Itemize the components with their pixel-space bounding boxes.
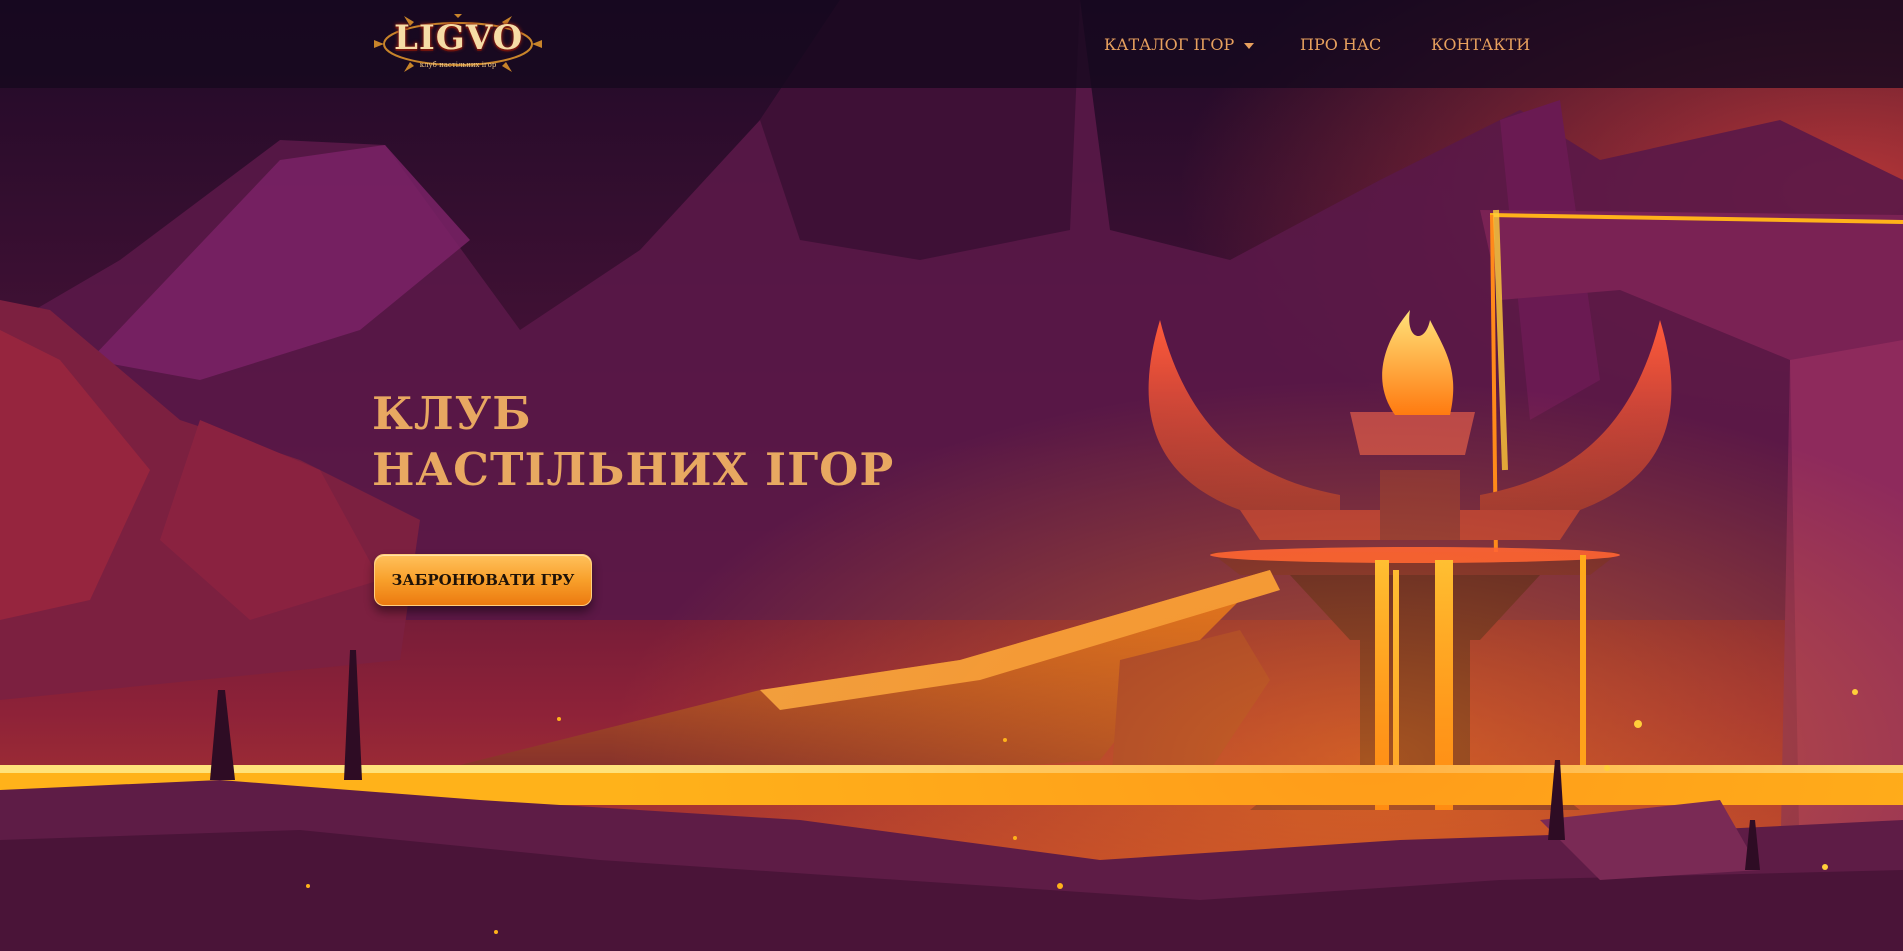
logo-wordmark: LIGVO — [394, 18, 524, 58]
site-logo[interactable]: LIGVO клуб настільних ігор — [372, 14, 544, 74]
chevron-down-icon — [1244, 42, 1255, 49]
logo-tagline: клуб настільних ігор — [419, 61, 497, 69]
top-navigation-bar: LIGVO клуб настільних ігор КАТАЛОГ ІГОР … — [0, 0, 1903, 88]
hero-title-line-2: НАСТІЛЬНИХ ІГОР — [372, 443, 895, 496]
nav-about-link[interactable]: ПРО НАС — [1300, 35, 1381, 54]
hero-background-illustration — [0, 0, 1903, 951]
nav-catalog-dropdown[interactable]: КАТАЛОГ ІГОР — [1104, 35, 1255, 54]
book-game-button[interactable]: ЗАБРОНЮВАТИ ГРУ — [374, 554, 592, 606]
hero-title-line-1: КЛУБ — [372, 387, 532, 440]
nav-contacts-link[interactable]: КОНТАКТИ — [1431, 35, 1530, 54]
nav-catalog-label: КАТАЛОГ ІГОР — [1104, 35, 1235, 54]
hero-title: КЛУБ НАСТІЛЬНИХ ІГОР — [372, 386, 894, 498]
